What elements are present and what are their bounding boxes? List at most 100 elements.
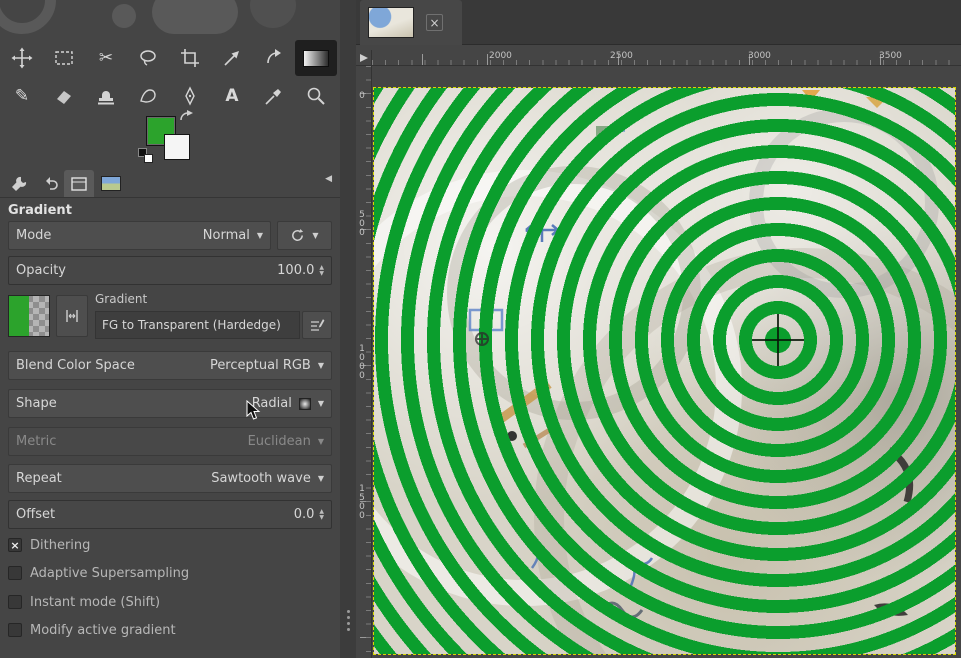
opacity-spinner[interactable]: ▲ ▼ (319, 265, 324, 277)
tool-ink-button[interactable] (169, 78, 211, 114)
image-tab[interactable]: × (360, 0, 462, 45)
repeat-label: Repeat (16, 471, 62, 486)
horizontal-ruler[interactable]: 2000 2500 3000 3500 (372, 50, 961, 66)
checkbox-label: Modify active gradient (30, 623, 176, 638)
text-tool-icon: A (225, 88, 238, 105)
repeat-dropdown[interactable]: Repeat Sawtooth wave ▼ (8, 464, 332, 493)
flip-arrow-icon (263, 47, 285, 69)
edit-gradient-button[interactable] (302, 311, 332, 339)
dithering-checkbox[interactable]: × Dithering (8, 537, 90, 553)
dock-tab-tool-options[interactable] (4, 170, 34, 197)
ruler-label: 1500 (357, 484, 367, 520)
checkbox-box[interactable]: × (8, 538, 22, 552)
gradient-select[interactable]: FG to Transparent (Hardedge) (95, 311, 300, 339)
opacity-slider[interactable]: Opacity 100.0 ▲ ▼ (8, 256, 332, 285)
metric-value: Euclidean (248, 434, 311, 449)
ruler-label: 500 (357, 210, 367, 237)
panel-divider[interactable] (340, 0, 356, 658)
tool-perspective-button[interactable] (211, 40, 253, 76)
mode-reset-button[interactable]: ▼ (277, 221, 332, 250)
spin-down-icon[interactable]: ▼ (319, 515, 324, 521)
opacity-value: 100.0 (277, 263, 314, 278)
ruler-origin-icon (360, 54, 368, 62)
mouse-cursor (246, 400, 262, 422)
offset-spinner[interactable]: ▲ ▼ (319, 509, 324, 521)
default-colors-button[interactable] (138, 148, 154, 164)
ruler-label: 3500 (879, 51, 902, 61)
canvas-viewport[interactable] (372, 66, 961, 658)
image-thumbnail-icon (101, 176, 121, 191)
dock-tab-image[interactable] (96, 170, 126, 197)
tool-crop-button[interactable] (169, 40, 211, 76)
tool-pencil-button[interactable]: ✎ (1, 78, 43, 114)
tool-flip-button[interactable] (253, 40, 295, 76)
pencil-icon: ✎ (15, 88, 29, 105)
repeat-value: Sawtooth wave (211, 471, 311, 486)
divider-grip-handle[interactable] (347, 610, 350, 634)
eraser-icon (53, 85, 75, 107)
rectangle-select-icon (53, 47, 75, 69)
instant-mode-checkbox[interactable]: Instant mode (Shift) (8, 594, 160, 610)
gradient-endpoint-marker[interactable] (777, 314, 779, 366)
tool-clone-button[interactable] (85, 78, 127, 114)
tool-smudge-button[interactable] (127, 78, 169, 114)
gradient-section-label: Gradient (95, 292, 147, 306)
ruler-label: 2000 (489, 51, 512, 61)
gradient-preview-swatch[interactable] (8, 295, 50, 337)
tool-move-button[interactable] (1, 40, 43, 76)
reset-icon (290, 228, 305, 243)
metric-dropdown: Metric Euclidean ▼ (8, 427, 332, 456)
collapse-panel-button[interactable]: ◀ (325, 174, 332, 184)
tool-color-picker-button[interactable] (253, 78, 295, 114)
tool-rectangle-select-button[interactable] (43, 40, 85, 76)
perspective-arrow-icon (221, 47, 243, 69)
tool-zoom-button[interactable] (295, 78, 337, 114)
vertical-ruler[interactable]: 0 500 1000 1500 (356, 66, 372, 658)
chevron-down-icon: ▼ (318, 437, 324, 446)
crop-icon (179, 47, 201, 69)
offset-slider[interactable]: Offset 0.0 ▲ ▼ (8, 500, 332, 529)
tool-text-button[interactable]: A (211, 78, 253, 114)
adaptive-supersampling-checkbox[interactable]: Adaptive Supersampling (8, 565, 189, 581)
blend-color-space-value: Perceptual RGB (210, 358, 311, 373)
ruler-origin-button[interactable] (356, 50, 372, 66)
chevron-down-icon: ▼ (318, 474, 324, 483)
shape-dropdown[interactable]: Shape Radial ▼ (8, 389, 332, 418)
reverse-icon (64, 308, 80, 324)
shape-label: Shape (16, 396, 57, 411)
checkbox-box[interactable] (8, 595, 22, 609)
image-tab-bar: × (356, 0, 961, 45)
image-tab-thumbnail (368, 7, 414, 38)
ruler-label: 2500 (610, 51, 633, 61)
blend-color-space-dropdown[interactable]: Blend Color Space Perceptual RGB ▼ (8, 351, 332, 380)
swap-colors-icon[interactable] (178, 110, 198, 126)
canvas-image[interactable] (374, 88, 955, 654)
tool-free-select-button[interactable] (127, 40, 169, 76)
mode-dropdown[interactable]: Mode Normal ▼ (8, 221, 271, 250)
dock-tab-bar: ◀ (0, 168, 340, 198)
ink-nib-icon (179, 85, 201, 107)
frame-icon (69, 174, 89, 194)
tool-eraser-button[interactable] (43, 78, 85, 114)
tool-gradient-button[interactable] (295, 40, 337, 76)
checkbox-box[interactable] (8, 623, 22, 637)
reverse-gradient-button[interactable] (56, 295, 88, 337)
dock-tab-undo-history[interactable] (36, 170, 66, 197)
mode-label: Mode (16, 228, 51, 243)
checkbox-box[interactable] (8, 566, 22, 580)
checkbox-label: Instant mode (Shift) (30, 595, 160, 610)
lasso-icon (137, 47, 159, 69)
gradient-start-handle[interactable] (475, 332, 489, 346)
chevron-down-icon: ▼ (318, 399, 324, 408)
gradient-tool-icon (303, 50, 329, 67)
ruler-label: 3000 (748, 51, 771, 61)
dock-tab-device-status[interactable] (64, 170, 94, 197)
toolbox-panel: ✂ ✎ A (0, 0, 340, 658)
close-icon[interactable]: × (426, 14, 443, 31)
magnifier-icon (305, 85, 327, 107)
background-color-swatch[interactable] (164, 134, 190, 160)
tool-scissors-button[interactable]: ✂ (85, 40, 127, 76)
modify-active-gradient-checkbox[interactable]: Modify active gradient (8, 622, 176, 638)
spin-down-icon[interactable]: ▼ (319, 271, 324, 277)
checkbox-label: Dithering (30, 538, 90, 553)
